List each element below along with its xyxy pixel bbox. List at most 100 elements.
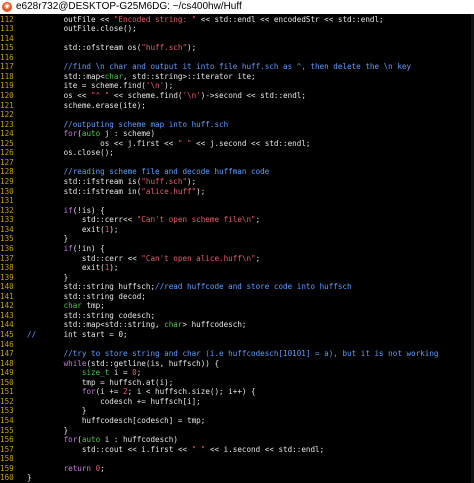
code-text: << j.second << std::endl;	[191, 138, 311, 148]
code-text: std::string decod;	[27, 291, 146, 301]
code-text: ite = scheme.find(	[27, 81, 146, 91]
code-text: (!is) {	[72, 205, 105, 215]
code-text: );	[187, 43, 197, 53]
code-text: codesch += huffsch[i];	[27, 396, 201, 406]
code-text: os.close();	[27, 148, 114, 158]
code-text: std::map<	[27, 71, 105, 81]
comment: //outputing scheme map into huff.sch	[27, 119, 229, 129]
string-literal: " "	[177, 138, 192, 148]
code-text: }	[27, 406, 87, 416]
type-name: char	[63, 301, 82, 311]
code-text: );	[109, 263, 119, 273]
code-text: std::cerr <<	[27, 253, 142, 263]
string-literal: '\n'	[145, 81, 165, 91]
code-text: ;	[136, 368, 142, 378]
keyword: for	[81, 387, 96, 397]
code-text: (i +=	[95, 387, 124, 397]
code-text: (!in) {	[72, 243, 105, 253]
code-text: std::cerr<<	[27, 215, 137, 225]
terminal-viewport[interactable]: 112 outFile << "Encoded string: " << std…	[0, 14, 474, 483]
keyword: return	[63, 463, 92, 473]
string-literal: "Can't open alice.huff\n"	[141, 253, 256, 263]
code-text: std::ofstream os(	[27, 43, 142, 53]
string-literal: "huff.sch"	[141, 177, 188, 187]
code-text: std::ifstream is(	[27, 177, 142, 187]
type-name: size_t	[81, 368, 110, 378]
ubuntu-icon: ◉	[2, 2, 12, 12]
line-number: 160	[0, 473, 14, 483]
code-line[interactable]: 160}	[0, 473, 474, 483]
string-literal: " "	[191, 444, 206, 454]
type-name: char	[104, 71, 124, 81]
code-text: exit(	[27, 224, 105, 234]
code-text: > huffcodesch;	[182, 320, 247, 330]
code-text: outFile <<	[27, 14, 114, 24]
code-text: os <<	[27, 90, 92, 100]
code-text: ;	[100, 463, 105, 473]
window-titlebar: ◉ e628r732@DESKTOP-G25M6DG: ~/cs400hw/Hu…	[0, 0, 474, 14]
code-text: std::map<std::string,	[27, 320, 165, 330]
code-text: );	[164, 81, 174, 91]
code-text: std::cout << i.first <<	[27, 444, 192, 454]
keyword: if	[63, 205, 73, 215]
code-text: tmp;	[81, 301, 105, 311]
type-name: char	[164, 320, 183, 330]
string-literal: "alice.huff"	[141, 186, 197, 196]
code-text: ;	[255, 215, 261, 225]
code-text: j : scheme)	[100, 129, 156, 139]
code-text: }	[27, 234, 69, 244]
code-text: }	[27, 272, 69, 282]
code-text: }	[27, 473, 32, 483]
keyword: if	[63, 243, 73, 253]
code-text: int start = 0;	[36, 329, 128, 339]
code-text: << i.second << std::endl;	[205, 444, 325, 454]
code-text: << scheme.find(	[109, 90, 183, 100]
code-text: huffcodesch[codesch] = tmp;	[27, 416, 206, 426]
code-text: )->second << std::endl;	[200, 90, 306, 100]
code-text: << std::endl << encodedStr << std::endl;	[196, 14, 384, 24]
string-literal: "huff.sch"	[141, 43, 188, 53]
code-text: outFile.close();	[27, 24, 137, 34]
code-text: std::string codesch;	[27, 310, 156, 320]
comment: //try to store string and char (i.e huff…	[27, 349, 439, 359]
type-name: auto	[81, 129, 101, 139]
string-literal: "Encoded string: "	[113, 14, 197, 24]
code-text: );	[196, 186, 206, 196]
comment: //find \n char and output it into file h…	[27, 62, 412, 72]
code-text: exit(	[27, 263, 105, 273]
comment: //read huffcode and store code into huff…	[155, 282, 352, 292]
code-text: }	[27, 425, 69, 435]
keyword: while	[63, 358, 87, 368]
code-text: std::string huffsch;	[27, 282, 156, 292]
keyword: for	[63, 435, 78, 445]
string-literal: "Can't open scheme file\n"	[136, 215, 256, 225]
code-text: ;	[255, 253, 261, 263]
code-text: tmp = huffsch.at(i);	[27, 377, 174, 387]
type-name: auto	[81, 435, 101, 445]
string-literal: "^ "	[91, 90, 110, 100]
keyword: for	[63, 129, 78, 139]
window-title: e628r732@DESKTOP-G25M6DG: ~/cs400hw/Huff	[16, 1, 242, 12]
code-text: std::ifstream in(	[27, 186, 142, 196]
code-text: );	[109, 224, 119, 234]
code-text: (std::getline(is, huffsch)) {	[86, 358, 220, 368]
code-text: os << j.first <<	[27, 138, 178, 148]
code-text: scheme.erase(ite);	[27, 100, 146, 110]
code-text: ; i < huffsch.size(); i++) {	[127, 387, 256, 397]
code-text: i : huffcodesch)	[100, 435, 178, 445]
comment: //reading scheme file and decode huffman…	[27, 167, 270, 177]
code-text: i =	[109, 368, 133, 378]
string-literal: '\n'	[182, 90, 201, 100]
code-text: );	[187, 177, 197, 187]
code-text: , std::string>::iterator ite;	[123, 71, 256, 81]
comment: //	[27, 329, 37, 339]
